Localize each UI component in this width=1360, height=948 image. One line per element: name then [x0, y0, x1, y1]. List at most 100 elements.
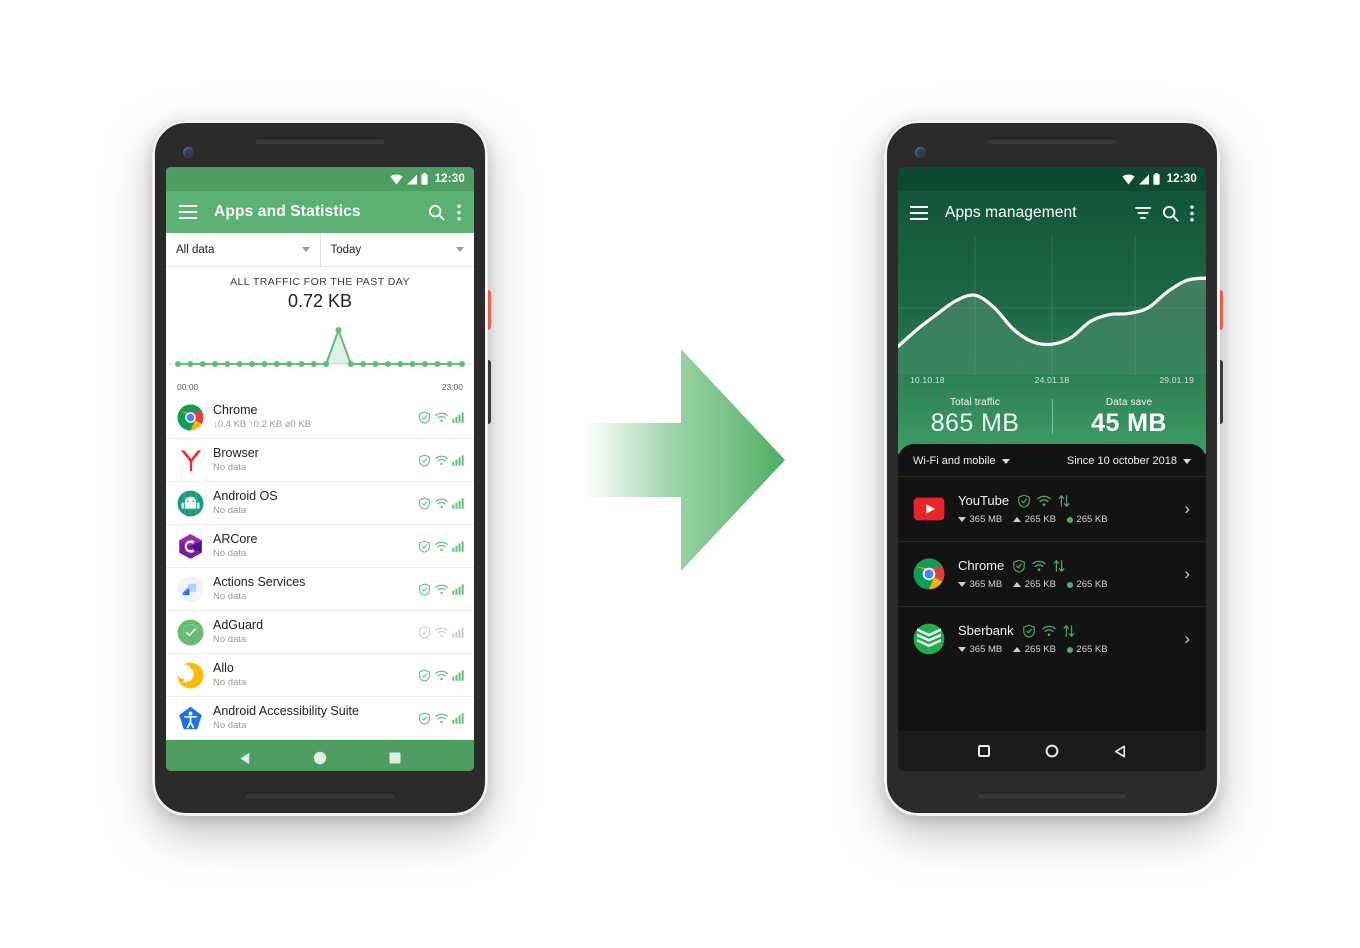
list-item[interactable]: ARCore No data: [166, 525, 474, 568]
row-status-icons[interactable]: [1012, 559, 1066, 573]
adguard-icon: [177, 619, 204, 645]
metric-download: 365 MB: [958, 514, 1002, 525]
arrow-down-icon: [958, 582, 966, 587]
right-app-list[interactable]: YouTube 365 MB 265 KB 265 KB › Chrome 36…: [898, 476, 1206, 671]
data-point: [459, 361, 465, 367]
back-triangle-icon[interactable]: [239, 752, 252, 765]
data-point: [397, 361, 404, 367]
list-item[interactable]: YouTube 365 MB 265 KB 265 KB ›: [898, 476, 1206, 541]
row-status-icons[interactable]: [418, 540, 465, 553]
data-point: [187, 361, 194, 367]
chart-line: [178, 327, 462, 365]
date-label-end: 29.01.19: [1159, 375, 1194, 385]
chrome-icon: [177, 404, 204, 431]
search-icon[interactable]: [1162, 205, 1179, 222]
transfer-arrows-icon: [1063, 624, 1075, 637]
status-clock: 12:30: [434, 173, 465, 185]
signal-bars-icon: [452, 497, 464, 509]
left-status-bar: 12:30: [166, 167, 474, 191]
row-status-icons[interactable]: [418, 454, 465, 467]
list-item[interactable]: AdGuard No data: [166, 611, 474, 654]
wifi-icon: [435, 584, 448, 594]
data-point: [446, 361, 453, 367]
filter-network-type[interactable]: Wi-Fi and mobile: [913, 455, 1010, 467]
row-status-icons[interactable]: [418, 497, 465, 510]
row-status-icons[interactable]: [418, 626, 465, 639]
app-traffic-metrics: 365 MB 265 KB 265 KB: [958, 514, 1184, 525]
dot-icon: [1066, 646, 1073, 653]
row-status-icons[interactable]: [418, 669, 465, 682]
chevron-right-icon[interactable]: ›: [1184, 564, 1196, 584]
data-point: [421, 361, 428, 367]
volume-button[interactable]: [1219, 360, 1223, 424]
data-point: [273, 361, 280, 367]
list-item[interactable]: Allo No data: [166, 654, 474, 697]
row-status-icons[interactable]: [418, 712, 465, 725]
app-traffic-summary: No data: [213, 591, 247, 603]
chevron-right-icon[interactable]: ›: [1184, 629, 1196, 649]
row-status-icons[interactable]: [418, 583, 465, 596]
signal-bars-icon: [452, 626, 464, 638]
hamburger-icon[interactable]: [910, 206, 928, 220]
home-circle-icon[interactable]: [1045, 744, 1059, 758]
app-traffic-summary: No data: [213, 677, 247, 689]
recents-square-icon[interactable]: [389, 752, 401, 764]
list-item[interactable]: Sberbank 365 MB 265 KB 265 KB ›: [898, 606, 1206, 671]
stat-total-traffic-label: Total traffic: [949, 397, 1001, 408]
data-point: [249, 361, 256, 367]
chart-total-value: 0.72 KB: [287, 291, 353, 311]
filter-today[interactable]: Today: [319, 233, 475, 266]
filter-period[interactable]: Since 10 october 2018: [1067, 455, 1191, 467]
left-nav-bar: [166, 740, 474, 771]
app-name: Android Accessibility Suite: [213, 703, 359, 718]
wifi-icon: [435, 627, 448, 637]
list-item[interactable]: Android OS No data: [166, 482, 474, 525]
row-status-icons[interactable]: [1022, 624, 1076, 638]
power-button[interactable]: [1219, 290, 1223, 330]
row-status-icons[interactable]: [1017, 494, 1071, 508]
list-item-text: ARCore No data: [213, 532, 418, 561]
date-label-mid: 24.01.18: [1034, 375, 1070, 385]
recents-square-icon[interactable]: [977, 745, 990, 757]
dot-icon: [1066, 581, 1073, 588]
more-vert-icon[interactable]: [1190, 204, 1194, 222]
scene-canvas: 12:30 Apps and Statistics All data Today…: [0, 0, 1360, 948]
signal-icon: [1138, 174, 1149, 184]
filter-network-type-label: Wi-Fi and mobile: [913, 455, 996, 467]
power-button[interactable]: [487, 290, 491, 330]
right-screen: 12:30 Apps management 10.10.18 24.01.18 …: [898, 167, 1206, 771]
shield-icon: [1022, 624, 1035, 638]
status-icons: [389, 173, 428, 185]
signal-bars-icon: [452, 454, 464, 466]
earpiece-speaker: [255, 138, 385, 144]
metric-upload-value: 265 KB: [1024, 514, 1056, 525]
metric-download: 365 MB: [958, 579, 1002, 590]
hourly-traffic-line-chart: [166, 314, 474, 380]
volume-button[interactable]: [487, 360, 491, 424]
yandex-browser-icon: [177, 447, 204, 474]
hamburger-icon[interactable]: [179, 205, 197, 219]
filter-all-data[interactable]: All data: [166, 233, 320, 266]
transfer-arrows-icon: [1058, 494, 1070, 507]
list-item[interactable]: Chrome ↓0.4 KB ↑0.2 KB ⌀0 KB: [166, 396, 474, 439]
line-chart-svg: [168, 327, 472, 367]
home-circle-icon[interactable]: [313, 751, 327, 765]
earpiece-speaker: [987, 138, 1117, 144]
arcore-icon: [177, 533, 204, 560]
shield-icon: [1018, 494, 1030, 508]
more-vert-icon[interactable]: [457, 203, 461, 221]
actions-services-icon: [177, 576, 204, 603]
search-icon[interactable]: [428, 204, 445, 221]
wifi-icon: [1041, 625, 1056, 636]
data-point: [310, 361, 317, 367]
list-item[interactable]: Actions Services No data: [166, 568, 474, 611]
metric-upload: 265 KB: [1013, 579, 1056, 590]
list-item[interactable]: Chrome 365 MB 265 KB 265 KB ›: [898, 541, 1206, 606]
list-item[interactable]: Android Accessibility Suite No data: [166, 697, 474, 740]
back-triangle-icon[interactable]: [1114, 745, 1127, 758]
row-status-icons[interactable]: [418, 411, 465, 424]
chevron-right-icon[interactable]: ›: [1184, 499, 1196, 519]
filter-sort-icon[interactable]: [1135, 206, 1151, 220]
left-app-list[interactable]: Chrome ↓0.4 KB ↑0.2 KB ⌀0 KB Browser No …: [166, 396, 474, 740]
list-item[interactable]: Browser No data: [166, 439, 474, 482]
